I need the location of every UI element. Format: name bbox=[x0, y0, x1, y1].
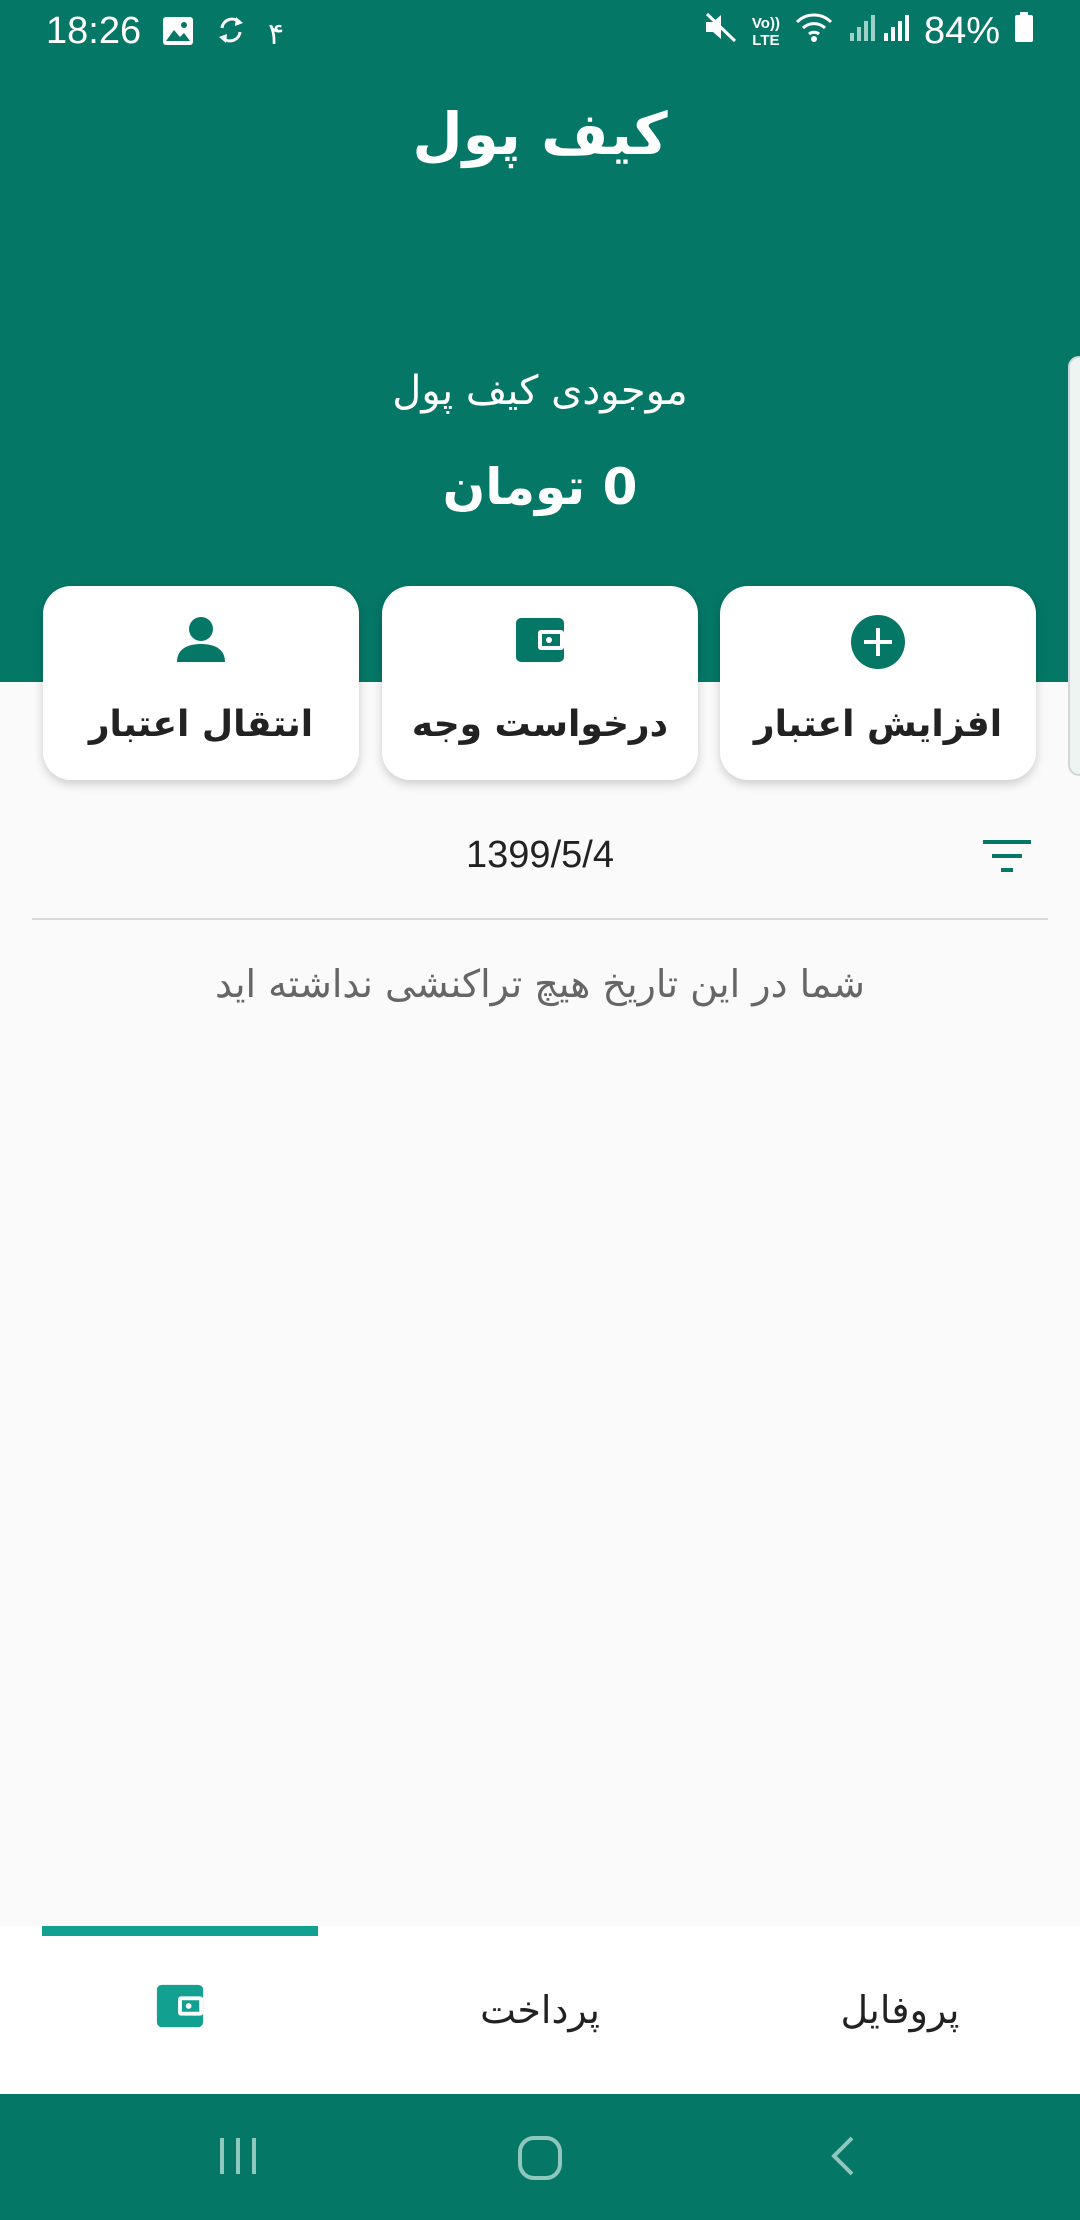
selected-date[interactable]: 1399/5/4 bbox=[32, 834, 1048, 877]
add-credit-button[interactable]: افزایش اعتبار bbox=[720, 586, 1036, 780]
transfer-credit-button[interactable]: انتقال اعتبار bbox=[43, 586, 359, 780]
tab-wallet[interactable] bbox=[42, 1926, 318, 2094]
add-credit-label: افزایش اعتبار bbox=[753, 704, 1003, 745]
tab-payment[interactable]: پرداخت bbox=[402, 1926, 678, 2094]
add-circle-icon bbox=[850, 614, 906, 674]
edge-panel-handle[interactable] bbox=[1068, 356, 1080, 776]
signal-icon bbox=[848, 11, 910, 52]
request-funds-button[interactable]: درخواست وجه bbox=[382, 586, 698, 780]
recents-icon[interactable] bbox=[216, 2134, 260, 2182]
empty-state-message: شما در این تاریخ هیچ تراکنشی نداشته اید bbox=[215, 962, 865, 1006]
wifi-icon bbox=[794, 11, 834, 52]
request-funds-label: درخواست وجه bbox=[411, 704, 669, 745]
extra-indicator: ۴ bbox=[268, 17, 285, 52]
person-icon bbox=[175, 614, 227, 674]
balance-value: 0 تومان bbox=[442, 458, 638, 516]
volte-label: Vo)) LTE bbox=[751, 14, 780, 49]
wallet-icon bbox=[155, 1981, 205, 2040]
balance-label: موجودی کیف پول bbox=[392, 368, 688, 414]
mute-icon bbox=[704, 11, 738, 52]
gallery-icon bbox=[162, 14, 194, 55]
back-icon[interactable] bbox=[822, 2134, 866, 2182]
date-filter-row: 1399/5/4 bbox=[32, 820, 1048, 920]
tab-profile[interactable]: پروفایل bbox=[762, 1926, 1038, 2094]
battery-icon bbox=[1014, 11, 1034, 52]
filter-icon[interactable] bbox=[982, 836, 1032, 880]
wallet-icon bbox=[514, 614, 566, 674]
bottom-nav: پرداخت پروفایل bbox=[0, 1926, 1080, 2094]
home-icon[interactable] bbox=[516, 2134, 564, 2186]
system-nav-bar bbox=[0, 2094, 1080, 2220]
status-time: 18:26 bbox=[46, 10, 142, 52]
status-bar: 18:26 ۴ Vo)) LTE 84% bbox=[0, 0, 1080, 64]
battery-text: 84% bbox=[923, 10, 1000, 52]
transfer-credit-label: انتقال اعتبار bbox=[88, 704, 314, 745]
sync-icon bbox=[216, 14, 246, 55]
page-title: کیف پول bbox=[412, 100, 668, 168]
header: 18:26 ۴ Vo)) LTE 84% کیف پول موجودی کیف … bbox=[0, 0, 1080, 682]
